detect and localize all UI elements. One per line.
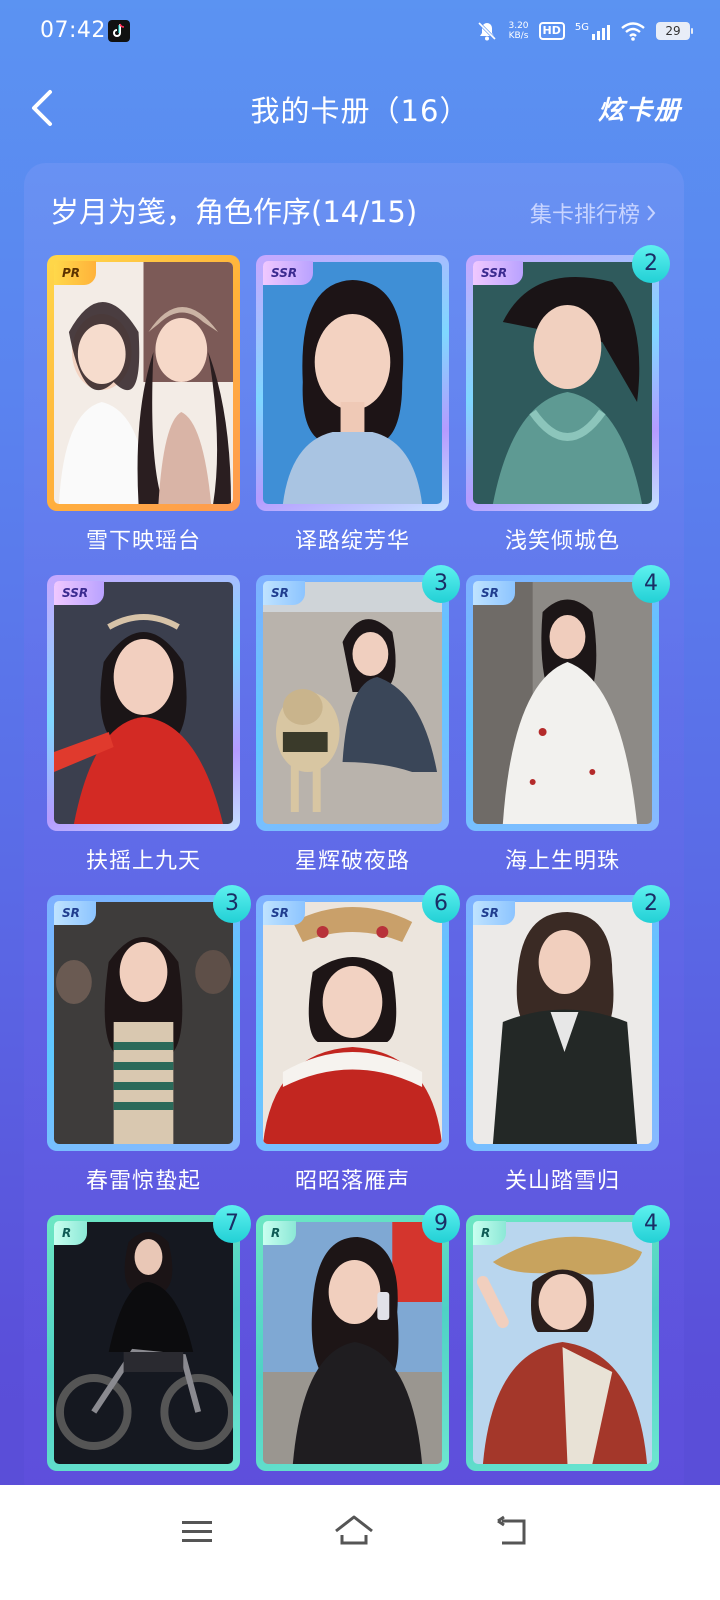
rarity-tag: R — [54, 1221, 88, 1245]
card-item[interactable]: R 9 — [256, 1205, 460, 1471]
hd-badge: HD — [538, 22, 565, 40]
back-nav-button[interactable] — [494, 1511, 534, 1551]
count-badge: 3 — [422, 565, 460, 603]
card-name: 关山踏雪归 — [504, 1169, 620, 1194]
card-name: 春雷惊蛰起 — [85, 1169, 201, 1194]
wifi-icon — [621, 22, 645, 41]
card-item[interactable]: SR 3 春雷惊蛰起 — [47, 885, 251, 1194]
header: 我的卡册（16） 炫卡册 — [0, 62, 720, 158]
card-frame — [256, 1215, 449, 1471]
rarity-tag: SR — [473, 581, 515, 605]
count-badge: 4 — [632, 565, 670, 603]
battery-icon: 29 — [656, 22, 693, 40]
rarity-tag: SR — [473, 901, 515, 925]
card-item[interactable]: R 4 — [466, 1205, 670, 1471]
flex-cards-button[interactable]: 炫卡册 — [598, 90, 682, 127]
card-item[interactable]: SR 4 海上生明珠 — [466, 565, 670, 874]
count-badge: 2 — [632, 885, 670, 923]
card-frame — [47, 255, 240, 511]
rarity-tag: PR — [54, 261, 97, 285]
back-icon — [497, 1515, 526, 1545]
card-photo — [263, 262, 442, 504]
ranking-link[interactable]: 集卡排行榜 — [530, 197, 656, 229]
net-speed-unit: KB/s — [508, 31, 529, 41]
card-item[interactable]: SSR 译路绽芳华 — [256, 255, 449, 554]
status-time: 07:42 — [40, 18, 106, 43]
card-item[interactable]: SSR 2 浅笑倾城色 — [466, 245, 670, 554]
card-photo — [473, 262, 652, 504]
chevron-right-icon — [647, 205, 656, 221]
count-badge: 7 — [213, 1205, 251, 1243]
menu-icon — [182, 1521, 212, 1542]
rarity-tag: SR — [263, 581, 305, 605]
rarity-tag: SR — [263, 901, 305, 925]
card-item[interactable]: SR 6 昭昭落雁声 — [256, 885, 460, 1194]
card-frame — [47, 1215, 240, 1471]
card-photo — [54, 902, 233, 1144]
home-icon — [335, 1515, 373, 1545]
ranking-link-label: 集卡排行榜 — [529, 203, 640, 228]
card-frame — [47, 895, 240, 1151]
rarity-tag: SSR — [263, 261, 314, 285]
card-photo — [263, 582, 442, 824]
card-frame — [47, 575, 240, 831]
mute-icon — [478, 21, 497, 41]
network-label: 5G — [574, 22, 589, 33]
card-item[interactable]: PR 雪下映瑶台 — [47, 255, 240, 554]
card-photo — [54, 262, 233, 504]
net-speed-value: 3.20 — [508, 21, 529, 31]
card-name: 译路绽芳华 — [294, 529, 410, 554]
card-photo — [54, 1222, 233, 1464]
count-badge: 6 — [422, 885, 460, 923]
status-bar: 07:42 3.20 KB/s HD 5G 29 — [0, 0, 720, 62]
card-name: 昭昭落雁声 — [294, 1169, 410, 1194]
count-badge: 4 — [632, 1205, 670, 1243]
section-title: 岁月为笺，角色作序(14/15) — [50, 195, 418, 229]
card-item[interactable]: SR 2 关山踏雪归 — [466, 885, 670, 1194]
rarity-tag: SSR — [54, 581, 105, 605]
card-photo — [263, 902, 442, 1144]
card-name: 星辉破夜路 — [294, 849, 410, 874]
card-photo — [473, 1222, 652, 1464]
card-frame — [256, 255, 449, 511]
card-frame — [466, 575, 659, 831]
count-badge: 2 — [632, 245, 670, 283]
rarity-tag: R — [473, 1221, 507, 1245]
card-name: 浅笑倾城色 — [504, 529, 620, 554]
card-name: 扶摇上九天 — [85, 849, 201, 874]
card-name: 雪下映瑶台 — [85, 529, 201, 554]
rarity-tag: R — [263, 1221, 297, 1245]
card-frame — [466, 255, 659, 511]
card-item[interactable]: SR 3 星辉破夜路 — [256, 565, 460, 874]
rarity-tag: SSR — [473, 261, 524, 285]
card-item[interactable]: R 7 — [47, 1205, 251, 1471]
rarity-tag: SR — [54, 901, 96, 925]
card-album-panel: 岁月为笺，角色作序(14/15) 集卡排行榜 PR 雪下映瑶台 SSR 译路绽芳… — [24, 163, 684, 1503]
card-photo — [54, 582, 233, 824]
card-photo — [473, 902, 652, 1144]
menu-button[interactable] — [178, 1511, 218, 1551]
card-photo — [473, 582, 652, 824]
tiktok-icon — [108, 20, 130, 42]
home-button[interactable] — [334, 1511, 374, 1551]
card-frame — [466, 1215, 659, 1471]
net-speed: 3.20 KB/s — [508, 21, 528, 41]
count-badge: 9 — [422, 1205, 460, 1243]
signal-icon: 5G — [575, 22, 610, 40]
navigation-bar — [0, 1485, 720, 1600]
count-badge: 3 — [213, 885, 251, 923]
card-frame — [466, 895, 659, 1151]
card-frame — [256, 895, 449, 1151]
card-name: 海上生明珠 — [504, 849, 620, 874]
card-frame — [256, 575, 449, 831]
card-item[interactable]: SSR 扶摇上九天 — [47, 575, 240, 874]
card-photo — [263, 1222, 442, 1464]
